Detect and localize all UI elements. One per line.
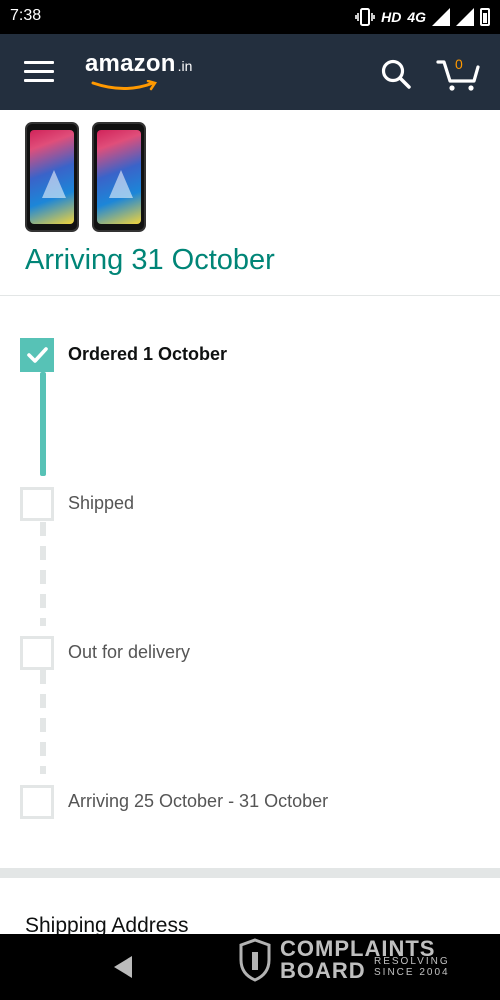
divider [0,295,500,296]
watermark-line4: SINCE 2004 [374,967,450,978]
step-out-for-delivery-checkbox [20,636,54,670]
status-time: 7:38 [10,7,42,24]
step-out-for-delivery-label: Out for delivery [68,642,191,662]
network-label: 4G [407,9,426,25]
step-shipped-checkbox [20,487,54,521]
progress-line-complete [40,372,46,476]
cart-button[interactable]: 0 [436,56,480,92]
vibrate-icon [355,8,375,26]
hd-label: HD [381,9,402,25]
status-bar: 7:38 HD 4G [0,0,500,34]
logo-tld: .in [177,58,193,74]
signal-icon-2 [456,8,474,26]
logo-word: amazon [85,50,176,77]
app-header: amazon .in 0 [0,34,500,110]
logo-smile-icon [91,80,157,91]
status-icons: HD 4G [355,6,490,28]
amazon-logo[interactable]: amazon .in [85,50,193,91]
watermark: COMPLAINTS BOARD RESOLVING SINCE 2004 [238,934,468,1000]
step-ordered-checkbox [20,338,54,372]
step-ordered-label: Ordered 1 October [68,344,228,364]
search-icon[interactable] [380,58,412,90]
product-image-1[interactable] [25,122,79,232]
progress-line-pending [40,522,46,626]
step-shipped-label: Shipped [68,493,135,513]
step-arriving-label: Arriving 25 October - 31 October [68,791,329,811]
battery-icon [480,8,490,26]
product-image-2[interactable] [92,122,146,232]
system-nav-bar: COMPLAINTS BOARD RESOLVING SINCE 2004 [0,934,500,1000]
watermark-line3: RESOLVING [374,956,450,967]
arriving-title: Arriving 31 October [25,244,275,276]
watermark-line2: BOARD [280,958,366,983]
checkmark-icon [27,347,48,363]
progress-line-pending [40,670,46,774]
section-separator [0,868,500,878]
signal-icon [432,8,450,26]
menu-icon[interactable] [24,61,54,83]
shield-icon [239,938,271,982]
step-arriving-checkbox [20,785,54,819]
back-icon[interactable] [114,956,132,978]
cart-count: 0 [455,56,463,72]
